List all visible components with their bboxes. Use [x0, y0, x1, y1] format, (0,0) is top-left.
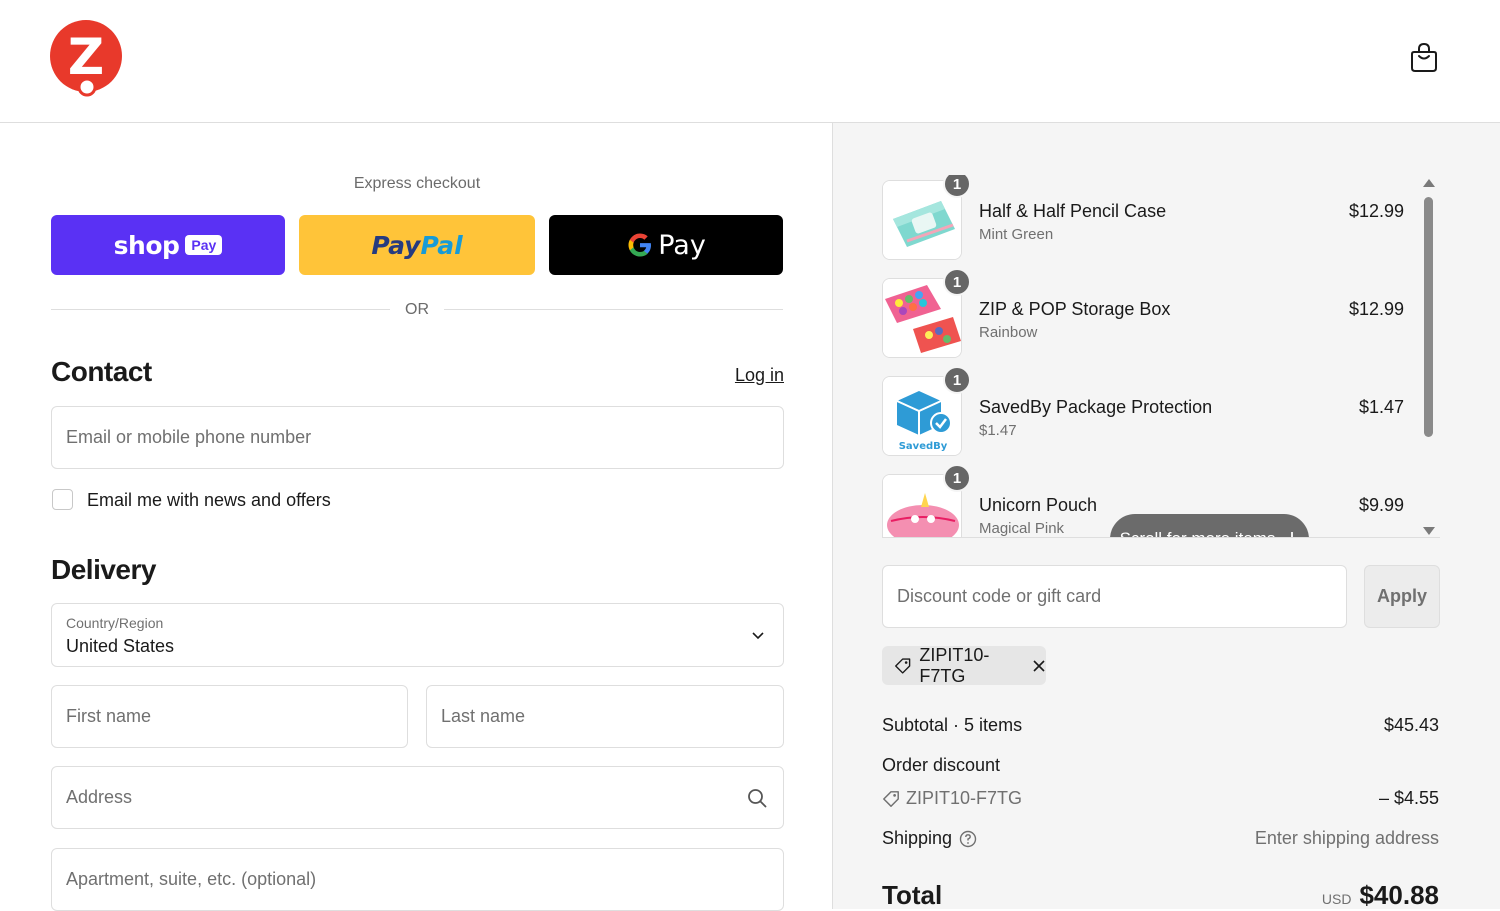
item-name: SavedBy Package Protection: [979, 397, 1213, 417]
tag-icon: [895, 657, 911, 674]
item-variant: $1.47: [979, 422, 1017, 439]
scroll-up-arrow-icon[interactable]: [1423, 179, 1435, 187]
order-discount-label: Order discount: [882, 755, 1001, 775]
login-link[interactable]: Log in: [700, 365, 784, 386]
items-scrollbar[interactable]: [1423, 179, 1435, 535]
shipping-label: Shipping: [882, 828, 953, 848]
quantity-badge: 1: [943, 366, 971, 394]
shipping-value: Enter shipping address: [1254, 828, 1439, 848]
delivery-heading: Delivery: [51, 554, 156, 585]
line-items-list[interactable]: 1 Half & Half Pencil Case Mint Green $12…: [882, 175, 1440, 538]
google-pay-wordmark: Pay: [658, 229, 706, 261]
subtotal-label: Subtotal · 5 items: [882, 715, 1023, 735]
country-label: Country/Region: [66, 615, 164, 631]
remove-code-icon[interactable]: [1032, 659, 1046, 673]
order-discount-code: ZIPIT10-F7TG: [906, 788, 1023, 808]
scroll-hint-label: Scroll for more items: [1120, 529, 1276, 537]
quantity-badge: 1: [943, 464, 971, 492]
item-price: $12.99: [1348, 299, 1404, 319]
currency-code: USD: [1321, 891, 1352, 907]
last-name-field[interactable]: [426, 685, 784, 748]
item-price: $9.99: [1358, 495, 1404, 515]
shipping-row: Shipping: [882, 828, 977, 849]
order-discount-value: – $4.55: [1378, 788, 1439, 808]
item-variant: Magical Pink: [979, 520, 1065, 537]
subtotal-value: $45.43: [1383, 715, 1439, 735]
paypal-button[interactable]: PayPal: [299, 215, 535, 275]
search-icon[interactable]: [747, 788, 767, 808]
item-variant: Mint Green: [979, 226, 1054, 243]
discount-field[interactable]: [882, 565, 1347, 628]
paypal-wordmark: PayPal: [371, 230, 463, 260]
country-select[interactable]: Country/Region United States: [51, 603, 784, 667]
savedby-thumb-text: SavedBy: [899, 441, 948, 452]
line-item: SavedBy 1 SavedBy Package Protection $1.…: [882, 366, 1422, 456]
google-pay-button[interactable]: Pay: [549, 215, 783, 275]
shop-pay-tag: Pay: [185, 235, 223, 255]
newsletter-checkbox[interactable]: [52, 489, 73, 510]
quantity-badge: 1: [943, 268, 971, 296]
shop-pay-button[interactable]: shop Pay: [51, 215, 285, 275]
scroll-more-items-button[interactable]: Scroll for more items: [1110, 514, 1309, 537]
scrollbar-thumb[interactable]: [1424, 197, 1433, 437]
logo-letter: Z: [68, 28, 104, 86]
country-value: United States: [66, 636, 175, 656]
chevron-down-icon: [752, 632, 764, 640]
first-name-field[interactable]: [51, 685, 408, 748]
checkout-form: Express checkout shop Pay PayPal Pay OR …: [0, 123, 832, 911]
item-price: $1.47: [1358, 397, 1404, 417]
item-price: $12.99: [1348, 201, 1404, 221]
help-circle-icon[interactable]: [959, 830, 977, 848]
divider-left: [51, 309, 390, 310]
apartment-field[interactable]: [51, 848, 784, 911]
first-name-input[interactable]: [52, 686, 407, 747]
contact-heading: Contact: [51, 356, 152, 387]
apply-discount-button[interactable]: Apply: [1364, 565, 1440, 628]
tag-icon: [883, 790, 899, 807]
line-item: 1 Half & Half Pencil Case Mint Green $12…: [882, 175, 1422, 260]
site-header: Z: [0, 0, 1500, 123]
email-input[interactable]: [52, 407, 783, 468]
address-input[interactable]: [52, 767, 783, 828]
address-field[interactable]: [51, 766, 784, 829]
last-name-input[interactable]: [427, 686, 783, 747]
apartment-input[interactable]: [52, 849, 783, 910]
shop-pay-wordmark: shop: [113, 230, 180, 260]
total-value-group: USD $40.88: [1322, 880, 1439, 911]
applied-discount-chip: ZIPIT10-F7TG: [882, 644, 1046, 686]
total-label: Total: [882, 880, 943, 910]
item-name: ZIP & POP Storage Box: [979, 299, 1171, 319]
order-discount-code-row: ZIPIT10-F7TG: [882, 788, 1022, 809]
brand-logo[interactable]: Z: [50, 19, 124, 97]
order-summary: 1 Half & Half Pencil Case Mint Green $12…: [832, 123, 1500, 911]
arrow-down-icon: [1291, 532, 1294, 537]
discount-input[interactable]: [883, 566, 1346, 627]
express-checkout-title: Express checkout: [353, 175, 481, 192]
quantity-badge: 1: [943, 175, 971, 198]
or-divider-text: OR: [405, 301, 429, 318]
item-name: Unicorn Pouch: [979, 495, 1098, 515]
item-name: Half & Half Pencil Case: [979, 201, 1167, 221]
applied-code: ZIPIT10-F7TG: [919, 644, 990, 686]
total-amount: $40.88: [1359, 880, 1439, 910]
scroll-down-arrow-icon[interactable]: [1423, 527, 1435, 535]
divider-right: [444, 309, 783, 310]
item-variant: Rainbow: [979, 324, 1038, 341]
email-field[interactable]: [51, 406, 784, 469]
google-g-icon: [628, 233, 652, 257]
line-item: 1 ZIP & POP Storage Box Rainbow $12.99: [882, 268, 1422, 358]
shopping-bag-icon[interactable]: [1409, 42, 1439, 74]
newsletter-label: Email me with news and offers: [87, 490, 331, 510]
